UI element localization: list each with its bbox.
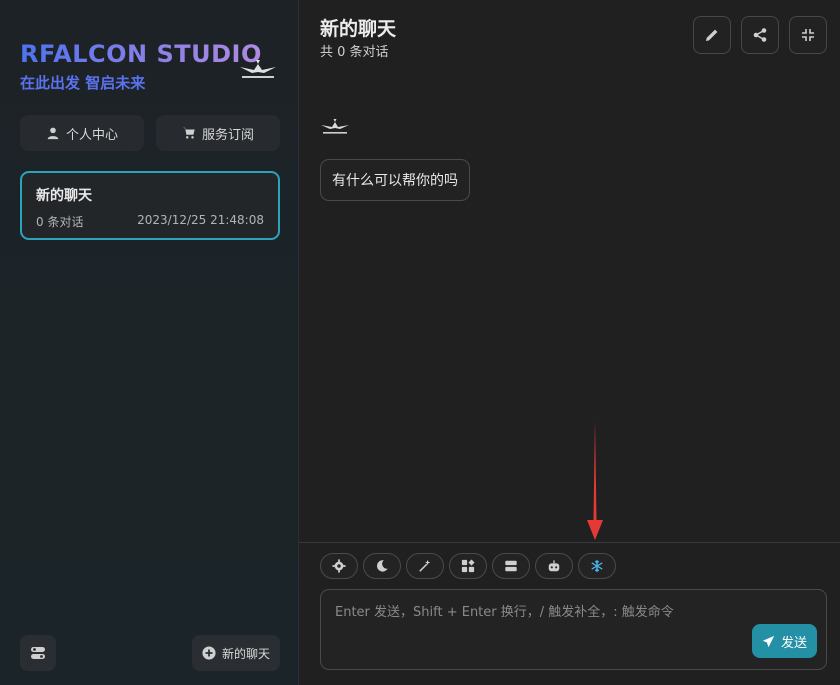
annotation-arrow-icon — [587, 420, 603, 540]
brand-title: RFALCON STUDIO — [20, 40, 262, 68]
chat-item-count: 0 条对话 — [36, 215, 84, 229]
share-button[interactable] — [741, 16, 779, 54]
paper-plane-icon — [762, 635, 775, 647]
send-button[interactable]: 发送 — [752, 624, 817, 658]
chat-list-item[interactable]: 新的聊天 0 条对话 2023/12/25 21:48:08 — [20, 171, 280, 240]
snowflake-icon — [591, 559, 603, 573]
settings-icon — [332, 559, 346, 573]
chat-main: 新的聊天 共 0 条对话 有什么可以帮你的吗 Enter 发送，Shift + … — [299, 0, 840, 685]
brand: RFALCON STUDIO 在此出发 智启未来 — [20, 40, 262, 93]
settings-tool-button[interactable] — [320, 553, 358, 579]
page-title: 新的聊天 — [320, 18, 397, 40]
pencil-icon — [706, 29, 718, 41]
bot-message: 有什么可以帮你的吗 — [320, 159, 470, 201]
collapse-button[interactable] — [789, 16, 827, 54]
compress-icon — [802, 29, 814, 41]
magic-wand-icon — [419, 559, 431, 572]
theme-tool-button[interactable] — [363, 553, 401, 579]
send-label: 发送 — [780, 635, 807, 651]
masks-tool-button[interactable] — [449, 553, 487, 579]
model-tool-button[interactable] — [535, 553, 573, 579]
sidebar-settings-button[interactable] — [20, 635, 56, 671]
new-chat-button[interactable]: 新的聊天 — [192, 635, 280, 671]
brand-subtitle: 在此出发 智启未来 — [20, 74, 146, 92]
moon-icon — [377, 560, 388, 572]
snowflake-tool-button[interactable] — [578, 553, 616, 579]
cart-icon — [182, 127, 195, 139]
plus-circle-icon — [202, 646, 216, 660]
subscribe-button[interactable]: 服务订阅 — [156, 115, 280, 151]
toggle-settings-icon — [31, 647, 45, 659]
new-chat-label: 新的聊天 — [221, 646, 270, 661]
share-icon — [753, 28, 767, 42]
message-input[interactable] — [321, 590, 826, 669]
composer-divider — [299, 542, 840, 543]
profile-button[interactable]: 个人中心 — [20, 115, 144, 151]
sidebar: RFALCON STUDIO 在此出发 智启未来 个人中心 服务订阅 新的聊天 … — [0, 0, 299, 685]
chat-message-count: 共 0 条对话 — [320, 45, 389, 60]
user-icon — [47, 127, 59, 140]
profile-label: 个人中心 — [65, 127, 118, 143]
message-composer: 发送 — [320, 589, 827, 670]
chat-item-title: 新的聊天 — [36, 188, 92, 204]
chat-item-time: 2023/12/25 21:48:08 — [137, 213, 264, 227]
chat-toolbar — [320, 553, 616, 579]
edit-button[interactable] — [693, 16, 731, 54]
subscribe-label: 服务订阅 — [201, 127, 254, 143]
apps-icon — [461, 559, 475, 573]
bot-avatar-icon — [321, 119, 349, 134]
clear-context-button[interactable] — [492, 553, 530, 579]
list-icon — [505, 560, 517, 572]
robot-icon — [548, 560, 560, 572]
prompt-tool-button[interactable] — [406, 553, 444, 579]
chat-rf-logo-icon — [240, 60, 276, 78]
